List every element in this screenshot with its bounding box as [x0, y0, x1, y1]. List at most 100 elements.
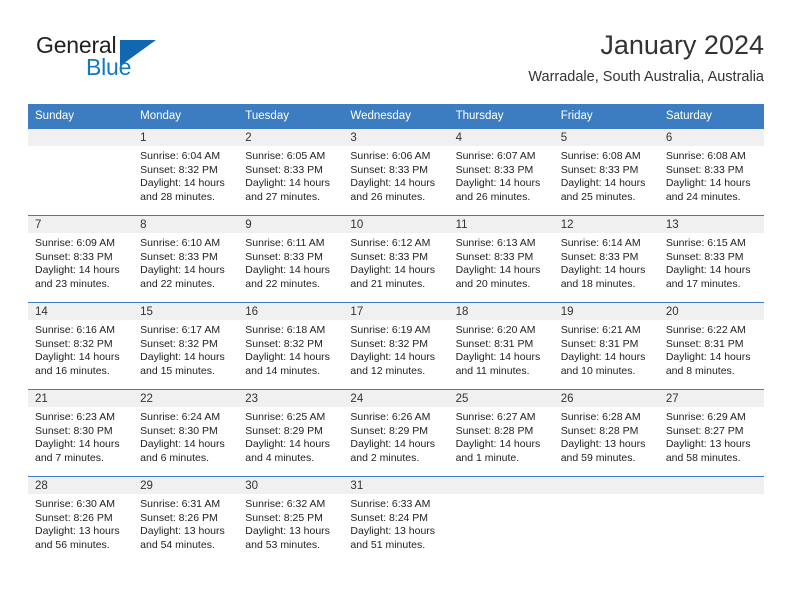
daylight-text-line1: Daylight: 14 hours: [350, 177, 436, 190]
daylight-text-line2: and 20 minutes.: [455, 277, 531, 290]
sunset-text: Sunset: 8:33 PM: [665, 250, 744, 263]
day-number: [659, 477, 764, 479]
day-details: Sunrise: 6:12 AM Sunset: 8:33 PM Daylight:…: [343, 233, 448, 291]
calendar-day-cell[interactable]: 25 Sunrise: 6:27 AM Sunset: 8:28 PM Dayligh…: [448, 389, 554, 477]
daylight-text-line1: Daylight: 13 hours: [350, 525, 436, 538]
calendar-day-cell[interactable]: 4 Sunrise: 6:07 AM Sunset: 8:33 PM Daylight…: [448, 129, 554, 216]
day-number: [449, 477, 554, 479]
day-details: Sunrise: 6:10 AM Sunset: 8:33 PM Daylight:…: [133, 233, 238, 291]
day-number: 15: [140, 306, 153, 318]
calendar-day-cell[interactable]: 28 Sunrise: 6:30 AM Sunset: 8:26 PM Dayligh…: [28, 476, 134, 563]
day-number: 4: [455, 132, 462, 144]
daylight-text-line1: Daylight: 14 hours: [560, 264, 646, 277]
day-details: Sunrise: 6:27 AM Sunset: 8:28 PM Daylight:…: [449, 407, 554, 465]
calendar-day-cell[interactable]: 21 Sunrise: 6:23 AM Sunset: 8:30 PM Dayligh…: [28, 389, 134, 477]
daylight-text-line2: and 16 minutes.: [35, 364, 110, 377]
day-number: 31: [350, 480, 364, 492]
calendar-day-cell[interactable]: 10 Sunrise: 6:12 AM Sunset: 8:33 PM Dayligh…: [343, 215, 449, 303]
sunset-text: Sunset: 8:30 PM: [35, 424, 113, 437]
sunrise-text: Sunrise: 6:27 AM: [455, 411, 536, 423]
day-number: 8: [140, 219, 147, 231]
calendar-day-cell[interactable]: 1 Sunrise: 6:04 AM Sunset: 8:32 PM Daylight…: [133, 129, 239, 216]
day-details: Sunrise: 6:33 AM Sunset: 8:24 PM Daylight:…: [343, 494, 448, 552]
day-details: Sunrise: 6:23 AM Sunset: 8:30 PM Daylight:…: [28, 407, 133, 465]
calendar-day-cell[interactable]: 31 Sunrise: 6:33 AM Sunset: 8:24 PM Dayligh…: [343, 476, 449, 563]
calendar-day-cell[interactable]: 30 Sunrise: 6:32 AM Sunset: 8:25 PM Dayligh…: [238, 476, 344, 563]
day-number: 27: [665, 393, 679, 405]
daylight-text-line1: Daylight: 14 hours: [35, 438, 120, 451]
calendar-day-cell[interactable]: 26 Sunrise: 6:28 AM Sunset: 8:28 PM Dayligh…: [553, 389, 659, 477]
calendar-day-cell[interactable]: 8 Sunrise: 6:10 AM Sunset: 8:33 PM Daylight…: [133, 215, 239, 303]
sunrise-text: Sunrise: 6:18 AM: [245, 324, 326, 336]
sunset-text: Sunset: 8:29 PM: [350, 424, 429, 437]
calendar-week-row: 28 Sunrise: 6:30 AM Sunset: 8:26 PM Dayligh…: [28, 476, 764, 563]
daylight-text-line1: Daylight: 14 hours: [455, 177, 541, 190]
day-number: 3: [350, 132, 357, 144]
daylight-text-line1: Daylight: 14 hours: [455, 351, 541, 364]
calendar-day-cell[interactable]: 19 Sunrise: 6:21 AM Sunset: 8:31 PM Dayligh…: [553, 302, 659, 390]
daylight-text-line2: and 28 minutes.: [140, 190, 215, 203]
day-number: 29: [140, 480, 153, 492]
calendar-day-cell[interactable]: 18 Sunrise: 6:20 AM Sunset: 8:31 PM Dayligh…: [448, 302, 554, 390]
daylight-text-line2: and 22 minutes.: [245, 277, 320, 290]
calendar-day-cell[interactable]: 7 Sunrise: 6:09 AM Sunset: 8:33 PM Daylight…: [28, 215, 134, 303]
weekday-header-monday: Monday: [133, 104, 239, 129]
day-number: 21: [35, 393, 48, 405]
day-number: 9: [245, 219, 252, 231]
daylight-text-line2: and 59 minutes.: [560, 451, 636, 464]
day-number: 16: [245, 306, 259, 318]
daylight-text-line1: Daylight: 14 hours: [140, 177, 225, 190]
daylight-text-line1: Daylight: 14 hours: [140, 438, 225, 451]
daylight-text-line2: and 26 minutes.: [455, 190, 531, 203]
calendar-day-cell[interactable]: 6 Sunrise: 6:08 AM Sunset: 8:33 PM Daylight…: [658, 129, 764, 216]
calendar-day-cell[interactable]: 16 Sunrise: 6:18 AM Sunset: 8:32 PM Dayligh…: [238, 302, 344, 390]
sunset-text: Sunset: 8:33 PM: [245, 163, 323, 176]
sunrise-text: Sunrise: 6:16 AM: [35, 324, 115, 336]
day-details: Sunrise: 6:21 AM Sunset: 8:31 PM Daylight:…: [554, 320, 659, 378]
calendar-day-cell[interactable]: 12 Sunrise: 6:14 AM Sunset: 8:33 PM Dayligh…: [553, 215, 659, 303]
daylight-text-line1: Daylight: 14 hours: [245, 438, 330, 451]
sunset-text: Sunset: 8:26 PM: [140, 511, 218, 524]
daylight-text-line2: and 1 minute.: [455, 451, 520, 464]
day-details: Sunrise: 6:04 AM Sunset: 8:32 PM Daylight:…: [133, 146, 238, 204]
calendar-day-cell[interactable]: 2 Sunrise: 6:05 AM Sunset: 8:33 PM Daylight…: [238, 129, 344, 216]
calendar-day-cell[interactable]: 17 Sunrise: 6:19 AM Sunset: 8:32 PM Dayligh…: [343, 302, 449, 390]
sunset-text: Sunset: 8:28 PM: [560, 424, 639, 437]
sunset-text: Sunset: 8:33 PM: [350, 163, 429, 176]
calendar-day-cell[interactable]: 29 Sunrise: 6:31 AM Sunset: 8:26 PM Dayligh…: [133, 476, 239, 563]
calendar-day-cell[interactable]: 3 Sunrise: 6:06 AM Sunset: 8:33 PM Daylight…: [343, 129, 449, 216]
daylight-text-line2: and 58 minutes.: [665, 451, 741, 464]
calendar-day-cell[interactable]: 9 Sunrise: 6:11 AM Sunset: 8:33 PM Daylight…: [238, 215, 344, 303]
calendar-day-cell[interactable]: 23 Sunrise: 6:25 AM Sunset: 8:29 PM Dayligh…: [238, 389, 344, 477]
daylight-text-line1: Daylight: 13 hours: [245, 525, 330, 538]
day-number: 30: [245, 480, 259, 492]
day-number: 22: [140, 393, 153, 405]
calendar-day-cell[interactable]: 13 Sunrise: 6:15 AM Sunset: 8:33 PM Dayligh…: [658, 215, 764, 303]
day-details: Sunrise: 6:25 AM Sunset: 8:29 PM Daylight:…: [238, 407, 343, 465]
sunset-text: Sunset: 8:33 PM: [560, 250, 639, 263]
daylight-text-line1: Daylight: 14 hours: [245, 264, 330, 277]
sunrise-text: Sunrise: 6:07 AM: [455, 150, 536, 162]
day-details: Sunrise: 6:19 AM Sunset: 8:32 PM Daylight:…: [343, 320, 448, 378]
daylight-text-line1: Daylight: 13 hours: [35, 525, 120, 538]
calendar-day-cell[interactable]: 14 Sunrise: 6:16 AM Sunset: 8:32 PM Dayligh…: [28, 302, 134, 390]
calendar-day-cell[interactable]: 5 Sunrise: 6:08 AM Sunset: 8:33 PM Daylight…: [553, 129, 659, 216]
daylight-text-line2: and 10 minutes.: [560, 364, 636, 377]
sunset-text: Sunset: 8:29 PM: [245, 424, 323, 437]
day-number: 19: [560, 306, 574, 318]
calendar-day-cell[interactable]: 22 Sunrise: 6:24 AM Sunset: 8:30 PM Dayligh…: [133, 389, 239, 477]
day-number: 11: [455, 219, 468, 231]
calendar-day-cell[interactable]: 24 Sunrise: 6:26 AM Sunset: 8:29 PM Dayligh…: [343, 389, 449, 477]
calendar-day-cell[interactable]: 11 Sunrise: 6:13 AM Sunset: 8:33 PM Dayligh…: [448, 215, 554, 303]
calendar-day-cell[interactable]: 15 Sunrise: 6:17 AM Sunset: 8:32 PM Dayligh…: [133, 302, 239, 390]
calendar-day-cell[interactable]: 27 Sunrise: 6:29 AM Sunset: 8:27 PM Dayligh…: [658, 389, 764, 477]
day-number: 23: [245, 393, 259, 405]
day-details: Sunrise: 6:22 AM Sunset: 8:31 PM Daylight:…: [659, 320, 764, 378]
calendar-day-cell[interactable]: 20 Sunrise: 6:22 AM Sunset: 8:31 PM Dayligh…: [658, 302, 764, 390]
day-details: Sunrise: 6:17 AM Sunset: 8:32 PM Daylight:…: [133, 320, 238, 378]
sunset-text: Sunset: 8:33 PM: [455, 163, 534, 176]
calendar-week-row: 7 Sunrise: 6:09 AM Sunset: 8:33 PM Daylight…: [28, 215, 764, 303]
brand-logo[interactable]: General Blue: [28, 28, 258, 86]
daylight-text-line1: Daylight: 14 hours: [35, 351, 120, 364]
sunset-text: Sunset: 8:27 PM: [665, 424, 744, 437]
